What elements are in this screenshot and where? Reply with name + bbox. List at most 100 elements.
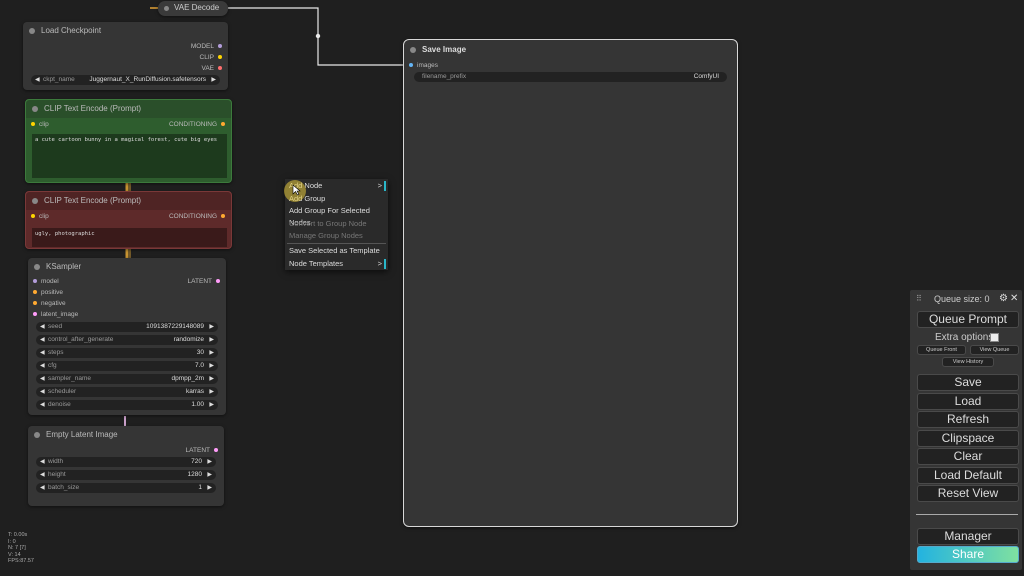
arrow-left-icon[interactable]: ◀ [40,483,45,493]
arrow-left-icon[interactable]: ◀ [40,374,45,384]
mouse-cursor-icon [292,184,301,196]
ksampler-node[interactable]: KSampler model positive negative latent_… [28,258,226,415]
node-title-bar[interactable]: KSampler [28,258,226,276]
arrow-left-icon[interactable]: ◀ [40,457,45,467]
filename-prefix-widget[interactable]: filename_prefix ComfyUI [414,72,727,82]
arrow-right-icon[interactable]: ▶ [209,361,214,371]
prompt-textarea[interactable]: a cute cartoon bunny in a magical forest… [32,134,227,178]
output-model[interactable]: MODEL [191,43,222,50]
share-button[interactable]: Share [917,546,1019,563]
render-stats: T: 0.00s I: 0 N: 7 [7] V: 14 FPS:87.57 [8,532,34,564]
menu-item-add-group-selected[interactable]: Add Group For Selected Nodes [289,205,386,227]
arrow-right-icon[interactable]: ▶ [209,348,214,358]
arrow-right-icon[interactable]: ▶ [209,335,214,345]
save-image-node[interactable]: Save Image images filename_prefix ComfyU… [403,39,738,527]
drag-handle-icon[interactable]: ⠿ [916,294,922,303]
extra-options-checkbox[interactable] [990,333,999,342]
settings-gear-icon[interactable]: ⚙ [999,293,1008,304]
reset-view-button[interactable]: Reset View [917,485,1019,502]
input-clip[interactable]: clip [31,213,49,220]
node-status-dot [32,198,38,204]
arrow-left-icon[interactable]: ◀ [40,348,45,358]
output-vae[interactable]: VAE [201,65,222,72]
sampler-name-widget[interactable]: ◀ sampler_name dpmpp_2m ▶ [36,374,218,384]
arrow-left-icon[interactable]: ◀ [40,387,45,397]
clip-text-encode-positive-node[interactable]: CLIP Text Encode (Prompt) clip CONDITION… [25,99,232,183]
seed-widget[interactable]: ◀ seed 1091387229148089 ▶ [36,322,218,332]
arrow-right-icon[interactable]: ▶ [207,470,212,480]
node-status-dot [32,106,38,112]
arrow-left-icon[interactable]: ◀ [40,335,45,345]
arrow-right-icon[interactable]: ▶ [209,374,214,384]
batch-size-widget[interactable]: ◀ batch_size 1 ▶ [36,483,216,493]
submenu-indicator [384,259,386,269]
menu-item-save-template[interactable]: Save Selected as Template [289,245,386,257]
clip-text-encode-negative-node[interactable]: CLIP Text Encode (Prompt) clip CONDITION… [25,191,232,249]
input-negative[interactable]: negative [33,300,66,307]
arrow-right-icon[interactable]: ▶ [209,322,214,332]
control-after-generate-widget[interactable]: ◀ control_after_generate randomize ▶ [36,335,218,345]
arrow-right-icon[interactable]: ▶ [209,400,214,410]
vae-decode-node[interactable]: VAE Decode [158,1,228,16]
arrow-left-icon[interactable]: ◀ [40,400,45,410]
node-title-bar[interactable]: CLIP Text Encode (Prompt) [26,192,231,210]
steps-widget[interactable]: ◀ steps 30 ▶ [36,348,218,358]
prompt-textarea[interactable]: ugly, photographic [32,228,227,247]
input-latent-image[interactable]: latent_image [33,311,78,318]
node-title-bar[interactable]: CLIP Text Encode (Prompt) [26,100,231,118]
view-history-button[interactable]: View History [942,357,994,367]
menu-item-manage-group-nodes: Manage Group Nodes [289,231,363,240]
cfg-widget[interactable]: ◀ cfg 7.0 ▶ [36,361,218,371]
arrow-right-icon[interactable]: ▶ [207,483,212,493]
node-title: VAE Decode [174,3,220,12]
empty-latent-image-node[interactable]: Empty Latent Image LATENT ◀ width 720 ▶ ◀ he… [28,426,224,506]
queue-prompt-button[interactable]: Queue Prompt [917,311,1019,328]
denoise-widget[interactable]: ◀ denoise 1.00 ▶ [36,400,218,410]
manager-button[interactable]: Manager [917,528,1019,545]
refresh-button[interactable]: Refresh [917,411,1019,428]
input-model[interactable]: model [33,278,59,285]
view-queue-button[interactable]: View Queue [970,345,1019,355]
arrow-left-icon[interactable]: ◀ [40,470,45,480]
output-conditioning[interactable]: CONDITIONING [169,213,225,220]
ckpt-name-combo[interactable]: ◀ ckpt_name Juggernaut_X_RunDiffusion.sa… [31,75,220,85]
load-checkpoint-node[interactable]: Load Checkpoint MODEL CLIP VAE ◀ ckpt_na… [23,22,228,90]
menu-item-node-templates[interactable]: Node Templates > [289,258,386,270]
output-conditioning[interactable]: CONDITIONING [169,121,225,128]
height-widget[interactable]: ◀ height 1280 ▶ [36,470,216,480]
node-title: KSampler [46,262,82,271]
arrow-left-icon[interactable]: ◀ [40,322,45,332]
node-title-bar[interactable]: Empty Latent Image [28,426,224,444]
input-positive[interactable]: positive [33,289,63,296]
arrow-left-icon[interactable]: ◀ [40,361,45,371]
queue-panel: ⠿ Queue size: 0 ⚙ ✕ Queue Prompt Extra o… [910,290,1022,570]
arrow-left-icon[interactable]: ◀ [35,75,40,85]
submenu-arrow-icon: > [377,181,382,190]
input-clip[interactable]: clip [31,121,49,128]
node-title-bar[interactable]: Save Image [404,40,737,60]
queue-front-button[interactable]: Queue Front [917,345,966,355]
load-default-button[interactable]: Load Default [917,467,1019,484]
menu-separator [287,243,386,244]
node-title: CLIP Text Encode (Prompt) [44,196,142,205]
load-button[interactable]: Load [917,393,1019,410]
scheduler-widget[interactable]: ◀ scheduler karras ▶ [36,387,218,397]
arrow-right-icon[interactable]: ▶ [209,387,214,397]
arrow-right-icon[interactable]: ▶ [211,75,216,85]
clipspace-button[interactable]: Clipspace [917,430,1019,447]
queue-size-label: Queue size: 0 [934,294,990,304]
node-status-dot [29,28,35,34]
node-canvas[interactable]: VAE Decode Load Checkpoint MODEL CLIP VA… [0,0,1024,576]
arrow-right-icon[interactable]: ▶ [207,457,212,467]
output-clip[interactable]: CLIP [200,54,222,61]
clear-button[interactable]: Clear [917,448,1019,465]
close-icon[interactable]: ✕ [1010,293,1018,304]
node-title: CLIP Text Encode (Prompt) [44,104,142,113]
save-button[interactable]: Save [917,374,1019,391]
output-latent[interactable]: LATENT [188,278,220,285]
output-latent[interactable]: LATENT [186,447,218,454]
node-status-dot [410,47,416,53]
width-widget[interactable]: ◀ width 720 ▶ [36,457,216,467]
input-images[interactable]: images [409,62,438,69]
node-title-bar[interactable]: Load Checkpoint [23,22,228,40]
